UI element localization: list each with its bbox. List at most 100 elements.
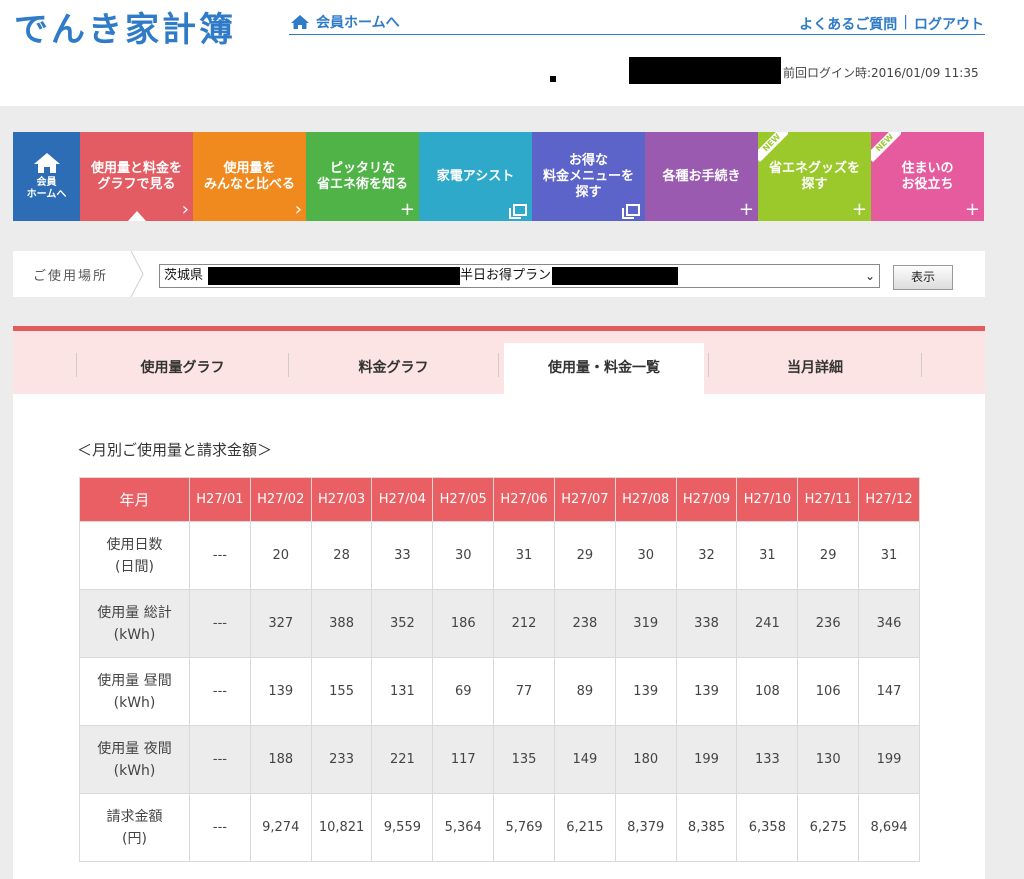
row-label: 使用日数 (日間)	[79, 521, 190, 590]
location-select[interactable]: 茨城県 半日お得プラン ⌄	[159, 264, 880, 288]
table-cell: 180	[614, 725, 677, 794]
table-cell: 108	[736, 657, 799, 726]
table-cell: 139	[675, 657, 738, 726]
table-cell: 5,769	[493, 793, 555, 862]
table-cell: 6,215	[553, 793, 616, 862]
plan-name: 半日お得プラン	[460, 268, 552, 283]
site-logo[interactable]: でんき家計簿	[14, 2, 236, 51]
table-cell: 31	[493, 521, 555, 590]
show-button[interactable]: 表示	[893, 265, 953, 290]
chevron-right-icon: ›	[294, 199, 302, 220]
table-cell: 327	[249, 589, 312, 658]
table-cell: 236	[797, 589, 860, 658]
table-cell: 33	[371, 521, 434, 590]
new-window-icon	[509, 204, 527, 219]
table-cell: 319	[614, 589, 677, 658]
table-cell: 30	[614, 521, 677, 590]
nav-label: お得な 料金メニューを 探す	[542, 152, 634, 200]
row-label: 使用量 総計 (kWh)	[79, 589, 190, 658]
plus-icon: +	[851, 199, 867, 220]
table-cell: 338	[675, 589, 738, 658]
redacted-address	[208, 267, 460, 285]
nav-procedures[interactable]: 各種お手続き +	[645, 132, 758, 221]
table-header-row: 年月 H27/01 H27/02 H27/03 H27/04 H27/05 H2…	[79, 477, 920, 522]
nav-energy-saving-tips[interactable]: ピッタリな 省エネ術を知る +	[306, 132, 419, 221]
bullet-mark	[550, 76, 556, 82]
row-label: 請求金額 (円)	[79, 793, 190, 862]
table-cell: 9,559	[371, 793, 434, 862]
table-cell: 117	[432, 725, 495, 794]
nav-appliance-assist[interactable]: 家電アシスト	[419, 132, 532, 221]
header-month: H27/07	[553, 477, 616, 522]
chevron-right-icon: ›	[181, 199, 189, 220]
table-cell: 69	[432, 657, 495, 726]
row-label: 使用量 夜間 (kWh)	[79, 725, 190, 794]
nav-usage-graph[interactable]: 使用量と料金を グラフで見る ›	[80, 132, 193, 221]
table-cell: ---	[189, 725, 251, 794]
tab-usage-graph[interactable]: 使用量グラフ	[77, 343, 288, 394]
table-cell: ---	[189, 793, 251, 862]
header-month: H27/06	[493, 477, 555, 522]
nav-member-home[interactable]: 会員 ホームへ	[13, 132, 80, 221]
table-cell: 5,364	[432, 793, 495, 862]
nav-home-help[interactable]: NEW 住まいの お役立ち +	[871, 132, 984, 221]
row-label: 使用量 昼間 (kWh)	[79, 657, 190, 726]
header-divider	[289, 34, 985, 35]
tab-current-month-detail[interactable]: 当月詳細	[709, 343, 921, 394]
tab-charge-graph[interactable]: 料金グラフ	[289, 343, 498, 394]
table-cell: 199	[858, 725, 920, 794]
table-cell: 135	[493, 725, 555, 794]
table-row: 使用量 夜間 (kWh) --- 188 233 221 117 135 149 180 199 1…	[79, 725, 920, 794]
new-window-icon	[622, 204, 640, 219]
table-cell: 186	[432, 589, 495, 658]
monthly-usage-table: 年月 H27/01 H27/02 H27/03 H27/04 H27/05 H2…	[79, 477, 920, 862]
table-cell: 131	[371, 657, 434, 726]
home-icon	[291, 15, 309, 29]
plus-icon: +	[399, 199, 415, 220]
table-cell: 6,275	[797, 793, 860, 862]
header-month: H27/01	[189, 477, 251, 522]
table-cell: 149	[553, 725, 616, 794]
header-month: H27/11	[797, 477, 860, 522]
table-row: 請求金額 (円) --- 9,274 10,821 9,559 5,364 5,769 6,2…	[79, 793, 920, 862]
tab-divider	[921, 353, 922, 377]
table-cell: 155	[310, 657, 373, 726]
table-cell: 9,274	[249, 793, 312, 862]
logout-link[interactable]: ログアウト	[914, 14, 984, 34]
plus-icon: +	[964, 199, 980, 220]
table-cell: ---	[189, 589, 251, 658]
nav-label: 使用量と料金を グラフで見る	[90, 160, 182, 192]
member-home-link[interactable]: 会員ホームへ	[290, 12, 400, 32]
faq-link[interactable]: よくあるご質問	[799, 14, 897, 34]
table-cell: 31	[858, 521, 920, 590]
table-cell: ---	[189, 521, 251, 590]
table-cell: 352	[371, 589, 434, 658]
nav-label: 省エネグッズを 探す	[768, 160, 860, 192]
header-month: H27/02	[249, 477, 312, 522]
tab-divider	[498, 353, 499, 377]
nav-energy-goods[interactable]: NEW 省エネグッズを 探す +	[758, 132, 871, 221]
nav-label: ピッタリな 省エネ術を知る	[316, 160, 408, 192]
table-cell: 8,385	[675, 793, 738, 862]
content-panel: 使用量グラフ 料金グラフ 使用量・料金一覧 当月詳細 ＜月別ご使用量と請求金額＞…	[13, 326, 985, 879]
table-cell: 346	[858, 589, 920, 658]
main-nav: 会員 ホームへ 使用量と料金を グラフで見る › 使用量を みんなと比べる › …	[13, 132, 985, 221]
header-month: H27/08	[614, 477, 677, 522]
active-pointer-icon	[127, 211, 146, 221]
table-cell: 133	[736, 725, 799, 794]
header-month: H27/10	[736, 477, 799, 522]
nav-rate-menu[interactable]: お得な 料金メニューを 探す	[532, 132, 645, 221]
header-year-month: 年月	[79, 477, 190, 522]
table-cell: 221	[371, 725, 434, 794]
nav-label: 住まいの お役立ち	[901, 160, 954, 192]
location-bar: ご使用場所 茨城県 半日お得プラン ⌄ 表示	[13, 251, 985, 297]
tab-usage-charge-list[interactable]: 使用量・料金一覧	[504, 343, 704, 394]
member-home-label: 会員ホームへ	[316, 15, 400, 31]
table-cell: 32	[675, 521, 738, 590]
new-badge: NEW	[871, 132, 901, 162]
table-row: 使用量 昼間 (kWh) --- 139 155 131 69 77 89 139 139 108 1…	[79, 657, 920, 726]
table-cell: 30	[432, 521, 495, 590]
table-cell: 31	[736, 521, 799, 590]
nav-compare-usage[interactable]: 使用量を みんなと比べる ›	[193, 132, 306, 221]
table-cell: 199	[675, 725, 738, 794]
